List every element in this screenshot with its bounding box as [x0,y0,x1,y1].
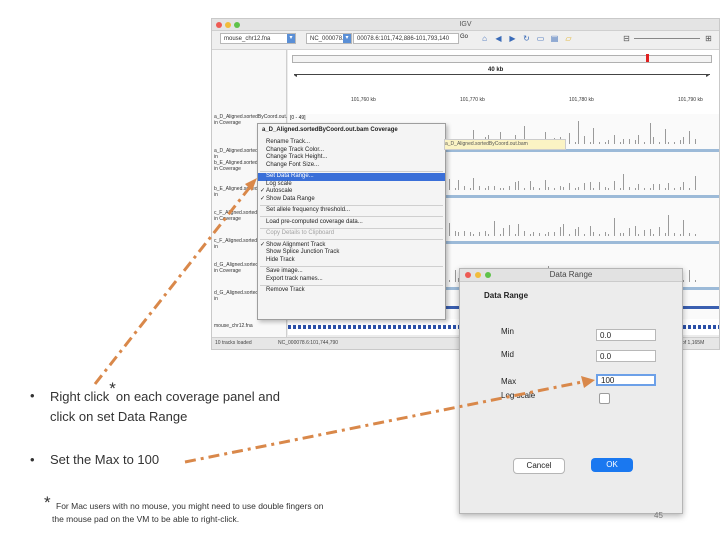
arrowhead [581,376,595,388]
arrow-to-set-data-range [93,186,252,385]
annotation-arrows [93,178,595,464]
arrow-to-max-field [184,380,583,464]
